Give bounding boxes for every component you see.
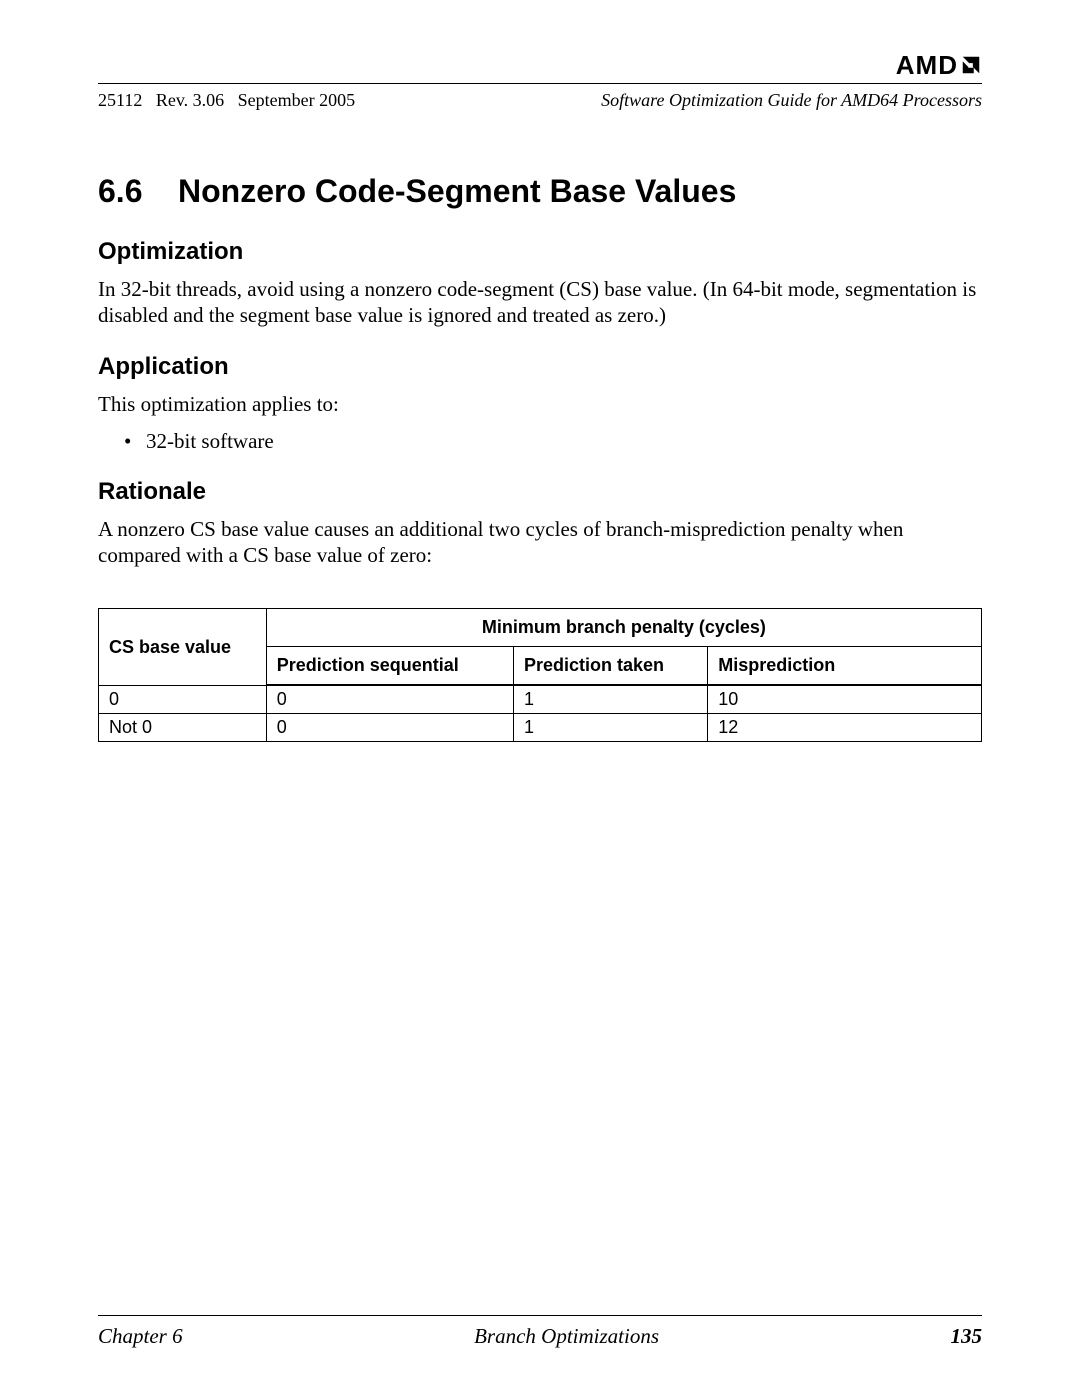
optimization-heading: Optimization	[98, 238, 982, 266]
col-header-cs-base: CS base value	[99, 609, 267, 686]
doc-title: Software Optimization Guide for AMD64 Pr…	[601, 90, 982, 111]
col-header-span: Minimum branch penalty (cycles)	[266, 609, 981, 647]
footer-rule	[98, 1315, 982, 1316]
cell-label: 0	[99, 685, 267, 714]
amd-arrow-icon	[960, 54, 982, 76]
optimization-text: In 32-bit threads, avoid using a nonzero…	[98, 276, 982, 329]
cell-val: 0	[266, 685, 513, 714]
cell-val: 10	[708, 685, 982, 714]
rationale-heading: Rationale	[98, 478, 982, 506]
table-row: Not 0 0 1 12	[99, 714, 982, 742]
application-list: 32-bit software	[98, 429, 982, 454]
section-number: 6.6	[98, 173, 178, 210]
col-header-pred-taken: Prediction taken	[514, 647, 708, 686]
doc-id: 25112	[98, 90, 142, 110]
footer-page-number: 135	[950, 1324, 982, 1349]
brand-logo: AMD	[98, 50, 982, 81]
penalty-table: CS base value Minimum branch penalty (cy…	[98, 608, 982, 742]
cell-label: Not 0	[99, 714, 267, 742]
doc-rev: Rev. 3.06	[156, 90, 224, 110]
application-heading: Application	[98, 353, 982, 381]
header-meta: 25112 Rev. 3.06 September 2005 Software …	[98, 90, 982, 111]
footer-chapter: Chapter 6	[98, 1324, 183, 1349]
cell-val: 0	[266, 714, 513, 742]
cell-val: 1	[514, 714, 708, 742]
cell-val: 12	[708, 714, 982, 742]
footer-title: Branch Optimizations	[474, 1324, 659, 1349]
table-row: 0 0 1 10	[99, 685, 982, 714]
col-header-mispred: Misprediction	[708, 647, 982, 686]
brand-text: AMD	[896, 50, 958, 80]
section-heading: 6.6 Nonzero Code-Segment Base Values	[98, 173, 982, 210]
header-rule	[98, 83, 982, 84]
col-header-pred-seq: Prediction sequential	[266, 647, 513, 686]
section-title-text: Nonzero Code-Segment Base Values	[178, 173, 736, 210]
application-intro: This optimization applies to:	[98, 391, 982, 417]
rationale-text: A nonzero CS base value causes an additi…	[98, 516, 982, 569]
page-footer: Chapter 6 Branch Optimizations 135	[98, 1315, 982, 1349]
cell-val: 1	[514, 685, 708, 714]
doc-date: September 2005	[238, 90, 355, 110]
list-item: 32-bit software	[124, 429, 982, 454]
